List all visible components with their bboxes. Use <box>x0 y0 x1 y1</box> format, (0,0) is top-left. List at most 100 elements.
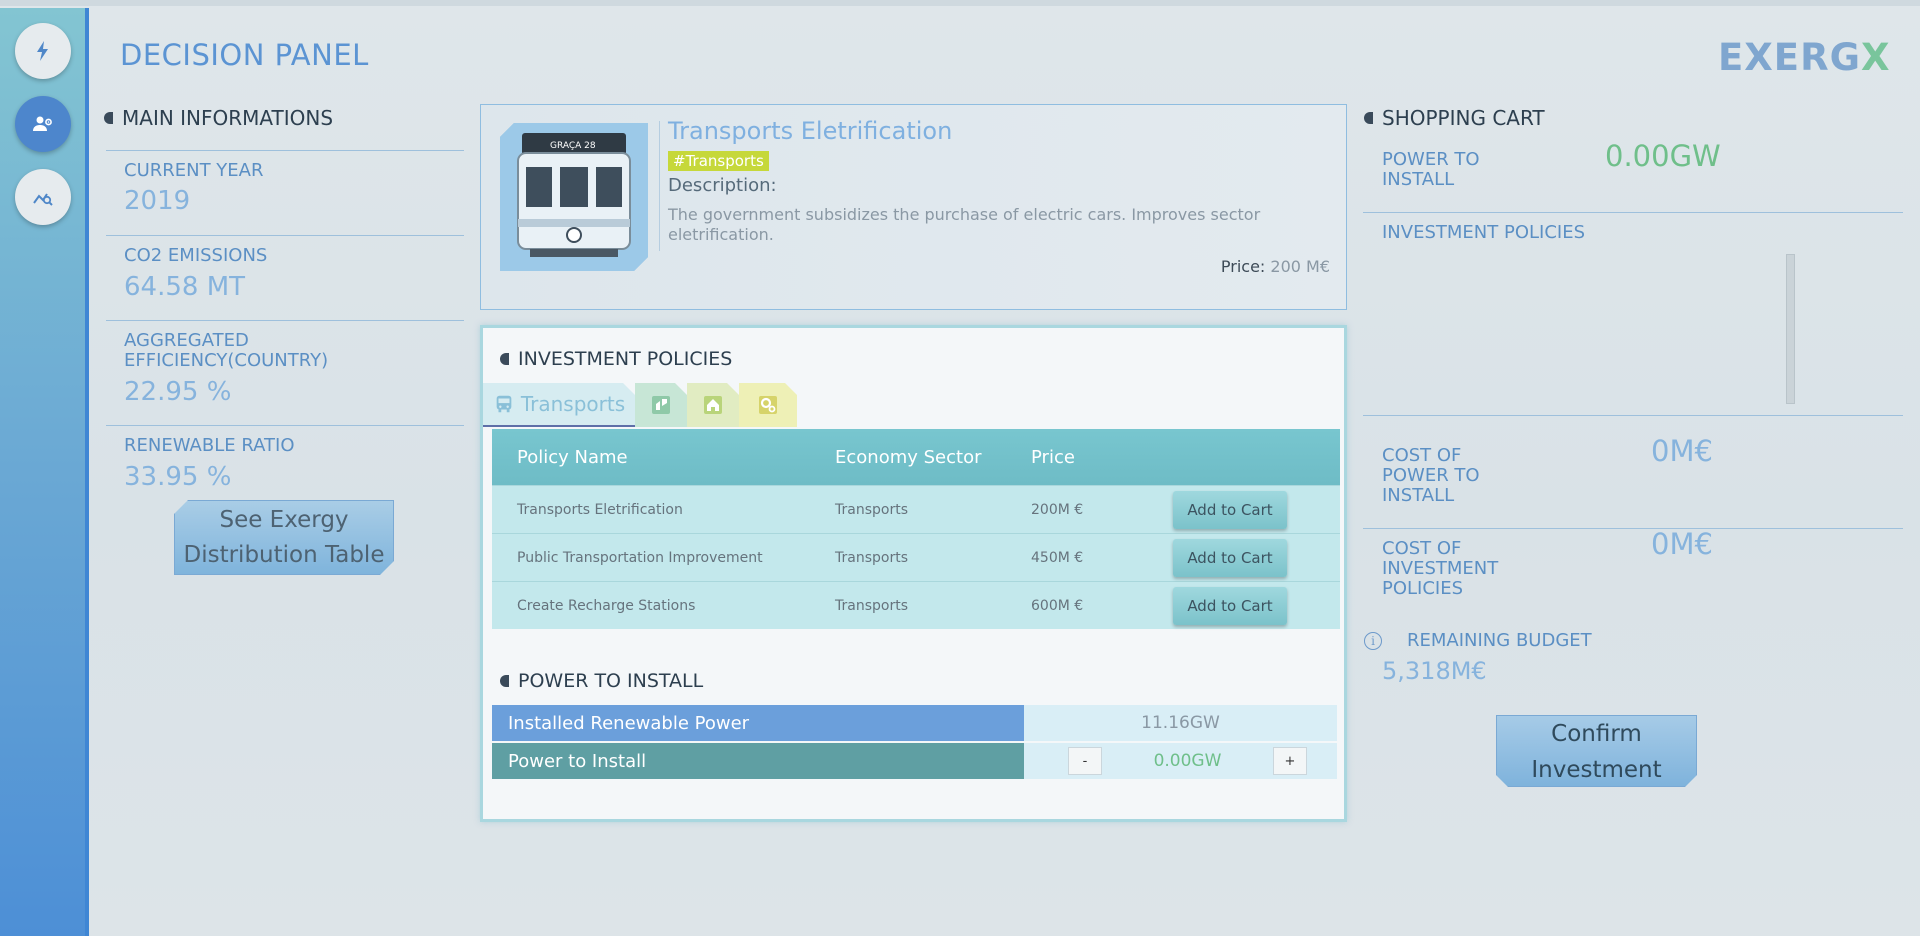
row-price: 600M € <box>1031 597 1084 614</box>
price-label: Price: <box>1220 257 1266 276</box>
section-bullet-icon <box>104 112 113 124</box>
row-policy-name: Transports Eletrification <box>517 501 683 518</box>
cost-power-label-line3: INSTALL <box>1382 485 1455 506</box>
table-row[interactable]: Public Transportation Improvement Transp… <box>492 533 1340 581</box>
page-title: DECISION PANEL <box>120 38 369 72</box>
cost-policies-label: COST OF INVESTMENT POLICIES <box>1382 539 1498 599</box>
exergx-logo: EXERGX <box>1718 36 1891 79</box>
remaining-budget-label: REMAINING BUDGET <box>1407 630 1592 651</box>
users-gear-icon <box>33 116 52 131</box>
tab-buildings[interactable] <box>687 383 739 427</box>
add-to-cart-button[interactable]: Add to Cart <box>1173 538 1287 577</box>
side-rail <box>0 8 89 936</box>
current-year-value: 2019 <box>124 186 191 216</box>
description-label: Description: <box>668 175 777 196</box>
power-to-install-row: Power to Install - 0.00GW + <box>492 743 1337 779</box>
installed-power-label: Installed Renewable Power <box>492 705 1024 741</box>
divider <box>1363 212 1903 213</box>
cost-power-value: 0M€ <box>1651 434 1713 468</box>
co2-label: CO2 EMISSIONS <box>124 245 268 266</box>
cost-policies-label-line2: INVESTMENT <box>1382 558 1499 579</box>
divider <box>1363 415 1903 416</box>
efficiency-label-line2: EFFICIENCY(COUNTRY) <box>124 350 329 371</box>
cart-policies-scrollbar[interactable] <box>1786 254 1795 404</box>
col-price: Price <box>1031 446 1075 468</box>
tab-transports-label: Transports <box>520 392 626 416</box>
row-sector: Transports <box>835 597 908 614</box>
exergy-table-button[interactable]: See Exergy Distribution Table <box>174 500 394 575</box>
tab-services[interactable] <box>739 383 797 427</box>
confirm-button-line2: Investment <box>1531 757 1662 783</box>
price-value: 200 M€ <box>1270 257 1330 276</box>
table-header: Policy Name Economy Sector Price <box>492 429 1340 485</box>
current-year-label: CURRENT YEAR <box>124 160 264 181</box>
cost-power-label: COST OF POWER TO INSTALL <box>1382 446 1480 506</box>
row-sector: Transports <box>835 549 908 566</box>
cart-power-label-line2: INSTALL <box>1382 169 1455 190</box>
policy-tag: #Transports <box>668 151 769 171</box>
divider <box>106 320 464 321</box>
section-bullet-icon <box>1364 112 1373 124</box>
tram-image: GRAÇA 28 <box>500 123 648 271</box>
policy-title: Transports Eletrification <box>668 117 953 145</box>
power-heading-text: POWER TO INSTALL <box>518 670 704 692</box>
cost-policies-label-line1: COST OF <box>1382 538 1462 559</box>
cart-power-label: POWER TO INSTALL <box>1382 150 1480 190</box>
rail-energy-button[interactable] <box>15 23 71 79</box>
cost-power-label-line1: COST OF <box>1382 445 1462 466</box>
shopping-cart-heading-text: SHOPPING CART <box>1382 106 1545 130</box>
policy-detail-card: GRAÇA 28 Transports Eletrification #Tran… <box>480 104 1347 310</box>
shopping-cart-heading: SHOPPING CART <box>1364 106 1545 130</box>
renewable-label: RENEWABLE RATIO <box>124 435 295 456</box>
co2-value: 64.58 MT <box>124 272 246 302</box>
installed-power-value: 11.16GW <box>1024 705 1337 741</box>
policy-description: The government subsidizes the purchase o… <box>668 205 1261 244</box>
tab-transports[interactable]: Transports <box>483 383 635 427</box>
power-heading: POWER TO INSTALL <box>500 670 703 692</box>
col-economy-sector: Economy Sector <box>835 446 982 468</box>
remaining-budget-value: 5,318M€ <box>1382 657 1487 685</box>
efficiency-label: AGGREGATED EFFICIENCY(COUNTRY) <box>124 331 328 371</box>
investment-policies-heading: INVESTMENT POLICIES <box>500 348 732 370</box>
row-sector: Transports <box>835 501 908 518</box>
chart-search-icon <box>33 193 53 206</box>
power-stepper: - 0.00GW + <box>1024 743 1337 779</box>
efficiency-value: 22.95 % <box>124 377 232 407</box>
rail-decision-button[interactable] <box>15 96 71 152</box>
row-policy-name: Public Transportation Improvement <box>517 549 763 566</box>
divider <box>1363 528 1903 529</box>
increase-button[interactable]: + <box>1273 747 1307 775</box>
tram-icon: GRAÇA 28 <box>500 123 648 271</box>
row-price: 450M € <box>1031 549 1084 566</box>
divider <box>106 150 464 151</box>
col-policy-name: Policy Name <box>517 446 628 468</box>
confirm-investment-button[interactable]: Confirm Investment <box>1496 715 1697 787</box>
cart-policies-label: INVESTMENT POLICIES <box>1382 222 1586 243</box>
renewable-value: 33.95 % <box>124 462 232 492</box>
top-strip <box>0 0 1920 6</box>
cost-policies-value: 0M€ <box>1651 527 1713 561</box>
house-icon <box>701 393 725 417</box>
cost-policies-label-line3: POLICIES <box>1382 578 1464 599</box>
row-policy-name: Create Recharge Stations <box>517 597 696 614</box>
tab-industry[interactable] <box>635 383 687 427</box>
row-price: 200M € <box>1031 501 1084 518</box>
confirm-button-line1: Confirm <box>1551 721 1642 747</box>
info-icon[interactable]: i <box>1364 632 1382 650</box>
section-bullet-icon <box>500 353 509 365</box>
lightning-icon <box>37 41 48 61</box>
investment-policies-heading-text: INVESTMENT POLICIES <box>518 348 733 370</box>
efficiency-label-line1: AGGREGATED <box>124 330 249 351</box>
divider <box>106 425 464 426</box>
table-row[interactable]: Transports Eletrification Transports 200… <box>492 485 1340 533</box>
add-to-cart-button[interactable]: Add to Cart <box>1173 586 1287 625</box>
cart-power-value: 0.00GW <box>1605 139 1721 173</box>
rail-analytics-button[interactable] <box>15 169 71 225</box>
bus-icon <box>493 393 515 415</box>
industry-icon <box>649 393 673 417</box>
add-to-cart-button[interactable]: Add to Cart <box>1173 490 1287 529</box>
power-to-install-value: 0.00GW <box>1153 751 1222 771</box>
decrease-button[interactable]: - <box>1068 747 1102 775</box>
table-row[interactable]: Create Recharge Stations Transports 600M… <box>492 581 1340 629</box>
policies-table: Policy Name Economy Sector Price Transpo… <box>492 429 1340 629</box>
